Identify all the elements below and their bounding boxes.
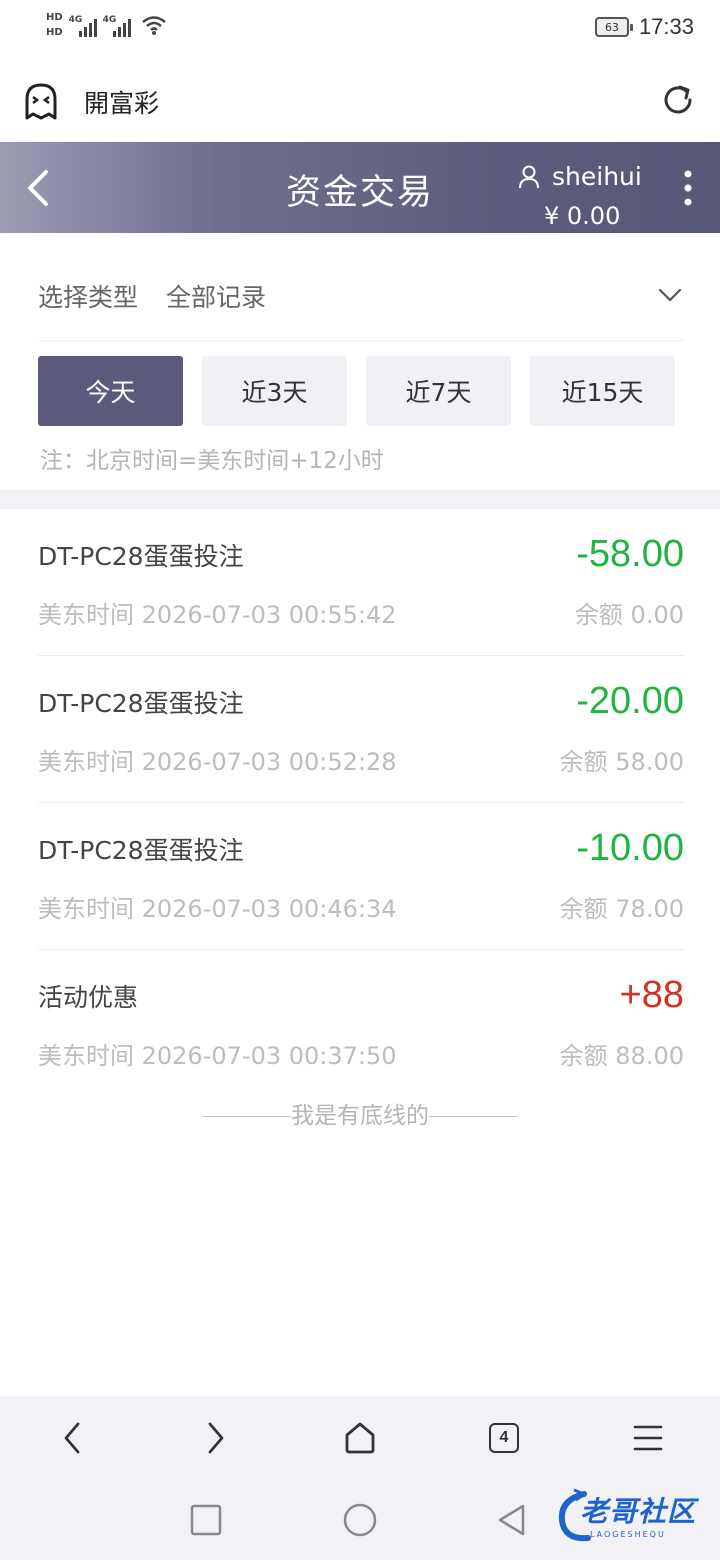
transaction-time: 美东时间 2026-07-03 00:37:50: [38, 1042, 397, 1070]
list-item[interactable]: DT-PC28蛋蛋投注 美东时间 2026-07-03 00:55:42 -58…: [38, 509, 684, 656]
hd-icon: HD: [46, 27, 63, 38]
transaction-time: 美东时间 2026-07-03 00:55:42: [38, 601, 397, 629]
list-item[interactable]: 活动优惠 美东时间 2026-07-03 00:37:50 +88 余额 88.…: [38, 950, 684, 1097]
transaction-amount: -58.00: [576, 533, 684, 575]
range-tab-15days[interactable]: 近15天: [530, 356, 675, 426]
range-tab-3days[interactable]: 近3天: [202, 356, 347, 426]
transaction-title: DT-PC28蛋蛋投注: [38, 836, 244, 865]
browser-toolbar: 開富彩: [0, 60, 720, 142]
list-end-indicator: 我是有底线的: [0, 1096, 720, 1130]
signal-icon: 4G: [103, 13, 131, 37]
transaction-balance: 余额 0.00: [574, 601, 684, 629]
watermark-text: 老哥社区: [580, 1495, 697, 1528]
browser-forward-button[interactable]: [194, 1416, 238, 1460]
range-tab-7days[interactable]: 近7天: [366, 356, 511, 426]
battery-icon: 63: [594, 17, 633, 37]
range-tab-today[interactable]: 今天: [38, 356, 183, 426]
back-triangle-icon[interactable]: [492, 1500, 532, 1540]
browser-bottom-nav: 4: [0, 1396, 720, 1480]
transaction-amount: +88: [619, 974, 684, 1016]
transaction-balance: 余额 78.00: [559, 895, 684, 923]
signal-icon: 4G: [69, 13, 97, 37]
menu-icon: [633, 1425, 663, 1451]
browser-menu-button[interactable]: [626, 1416, 670, 1460]
date-range-tabs: 今天 近3天 近7天 近15天: [38, 356, 675, 426]
status-right: 63 17:33: [594, 14, 694, 40]
recents-square-icon[interactable]: [186, 1500, 226, 1540]
network-type-label: 4G: [102, 15, 117, 25]
browser-site-title: 開富彩: [84, 89, 160, 118]
browser-tabs-button[interactable]: 4: [482, 1416, 526, 1460]
transaction-title: DT-PC28蛋蛋投注: [38, 542, 244, 571]
transaction-balance: 余额 88.00: [559, 1042, 684, 1070]
divider-line: [429, 1116, 517, 1117]
status-left: HD HD 4G 4G: [46, 12, 167, 38]
list-end-text: 我是有底线的: [291, 1103, 429, 1129]
type-select[interactable]: 选择类型 全部记录: [38, 233, 684, 341]
reload-icon[interactable]: [660, 82, 696, 118]
transaction-balance: 余额 58.00: [559, 748, 684, 776]
username: sheihui: [552, 162, 642, 191]
hd-icon: HD: [46, 12, 63, 23]
wifi-icon: [141, 16, 166, 35]
type-select-label: 选择类型: [38, 283, 139, 312]
transaction-list: DT-PC28蛋蛋投注 美东时间 2026-07-03 00:55:42 -58…: [38, 509, 684, 1097]
home-circle-icon[interactable]: [340, 1500, 380, 1540]
tabs-count-icon: 4: [489, 1423, 519, 1453]
timezone-note: 注：北京时间=美东时间+12小时: [40, 448, 384, 474]
transaction-title: DT-PC28蛋蛋投注: [38, 689, 244, 718]
watermark-logo: 老哥社区 LAOGESHEQU: [554, 1486, 710, 1552]
list-item[interactable]: DT-PC28蛋蛋投注 美东时间 2026-07-03 00:46:34 -10…: [38, 803, 684, 950]
site-logo-icon[interactable]: [22, 82, 60, 120]
filter-section: 选择类型 全部记录 今天 近3天 近7天 近15天 注：北京时间=美东时间+12…: [0, 233, 720, 490]
status-bar: HD HD 4G 4G 63 17:33: [0, 0, 720, 60]
transaction-time: 美东时间 2026-07-03 00:52:28: [38, 748, 397, 776]
transaction-title: 活动优惠: [38, 983, 139, 1012]
username-row: sheihui: [518, 162, 668, 191]
browser-home-button[interactable]: [338, 1416, 382, 1460]
more-vertical-icon[interactable]: [682, 168, 694, 208]
account-info[interactable]: sheihui ¥ 0.00: [518, 162, 668, 230]
clock: 17:33: [638, 14, 694, 39]
network-type-label: 4G: [68, 15, 83, 25]
page-header: 资金交易 sheihui ¥ 0.00: [0, 142, 720, 233]
transaction-time: 美东时间 2026-07-03 00:46:34: [38, 895, 397, 923]
chevron-down-icon: [658, 288, 682, 302]
watermark-subtext: LAOGESHEQU: [590, 1530, 666, 1539]
home-icon: [345, 1422, 375, 1454]
browser-back-button[interactable]: [50, 1416, 94, 1460]
list-item[interactable]: DT-PC28蛋蛋投注 美东时间 2026-07-03 00:52:28 -20…: [38, 656, 684, 803]
type-select-value: 全部记录: [166, 283, 267, 312]
section-divider: [0, 490, 720, 509]
hd-indicators: HD HD: [46, 12, 63, 38]
divider-line: [203, 1116, 291, 1117]
chevron-right-icon: [208, 1422, 224, 1454]
user-icon: [519, 165, 539, 188]
transaction-amount: -10.00: [576, 827, 684, 869]
account-balance: ¥ 0.00: [544, 202, 621, 230]
transaction-amount: -20.00: [576, 680, 684, 722]
chevron-left-icon: [64, 1422, 80, 1454]
